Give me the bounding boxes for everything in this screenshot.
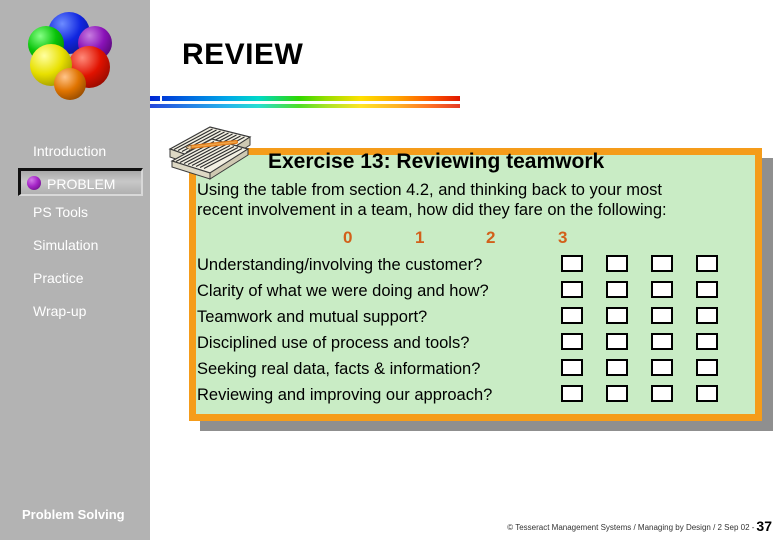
checkbox-row xyxy=(561,302,718,328)
rating-checkbox[interactable] xyxy=(651,384,673,402)
slide: Introduction PROBLEM PS Tools Simulation… xyxy=(0,0,780,540)
rating-checkbox[interactable] xyxy=(606,358,628,376)
rating-checkbox[interactable] xyxy=(651,254,673,272)
sidebar-item-label: PROBLEM xyxy=(47,176,116,192)
rating-checkbox[interactable] xyxy=(696,358,718,376)
checkbox-row xyxy=(561,250,718,276)
rainbow-divider-secondary xyxy=(150,104,460,108)
rating-checkbox[interactable] xyxy=(606,306,628,324)
sphere-orange xyxy=(54,68,86,100)
sidebar-item-problem[interactable]: PROBLEM xyxy=(18,168,143,196)
rating-checkbox[interactable] xyxy=(696,332,718,350)
instructions-line-2: recent involvement in a team, how did th… xyxy=(197,201,667,219)
checkbox-row xyxy=(561,276,718,302)
checkbox-row xyxy=(561,354,718,380)
rating-checkbox[interactable] xyxy=(696,254,718,272)
footer: © Tesseract Management Systems / Managin… xyxy=(507,518,772,534)
rating-checkbox[interactable] xyxy=(651,332,673,350)
scale-number-1: 1 xyxy=(415,228,425,247)
colored-spheres-logo xyxy=(20,8,130,103)
rating-checkbox[interactable] xyxy=(561,280,583,298)
rating-checkbox[interactable] xyxy=(651,280,673,298)
rating-checkbox[interactable] xyxy=(561,332,583,350)
question-row: Reviewing and improving our approach? xyxy=(197,386,493,404)
scale-number-3: 3 xyxy=(558,228,568,247)
page-title: REVIEW xyxy=(182,38,304,71)
footer-credit: © Tesseract Management Systems / Managin… xyxy=(507,523,755,532)
sidebar: Introduction PROBLEM PS Tools Simulation… xyxy=(0,0,150,540)
sidebar-item-ps-tools[interactable]: PS Tools xyxy=(0,196,150,229)
sidebar-item-practice[interactable]: Practice xyxy=(0,262,150,295)
scale-number-0: 0 xyxy=(343,228,353,247)
sidebar-item-label: PS Tools xyxy=(33,204,88,220)
rating-checkbox[interactable] xyxy=(696,280,718,298)
rating-checkbox[interactable] xyxy=(561,384,583,402)
sidebar-item-label: Simulation xyxy=(33,237,99,253)
rating-checkbox-grid xyxy=(561,250,718,406)
question-list: Understanding/involving the customer? Cl… xyxy=(197,252,557,408)
exercise-instructions: Using the table from section 4.2, and th… xyxy=(197,180,727,220)
checkbox-row xyxy=(561,328,718,354)
question-row: Seeking real data, facts & information? xyxy=(197,360,481,378)
sidebar-item-label: Practice xyxy=(33,270,84,286)
rating-checkbox[interactable] xyxy=(696,306,718,324)
sidebar-item-wrap-up[interactable]: Wrap-up xyxy=(0,295,150,328)
checkbox-row xyxy=(561,380,718,406)
question-row: Disciplined use of process and tools? xyxy=(197,334,470,352)
rating-checkbox[interactable] xyxy=(606,384,628,402)
notepad-pencil-icon xyxy=(168,126,252,180)
rainbow-divider xyxy=(150,96,460,101)
rating-scale-header: 0 1 2 3 xyxy=(197,228,742,250)
rating-checkbox[interactable] xyxy=(606,280,628,298)
sidebar-nav: Introduction PROBLEM PS Tools Simulation… xyxy=(0,135,150,328)
sidebar-item-label: Wrap-up xyxy=(33,303,87,319)
rainbow-tick-marker xyxy=(160,94,162,103)
scale-number-2: 2 xyxy=(486,228,496,247)
rating-checkbox[interactable] xyxy=(561,254,583,272)
sidebar-item-label: Introduction xyxy=(33,143,107,159)
rating-checkbox[interactable] xyxy=(606,254,628,272)
section-label: Problem Solving xyxy=(22,507,125,522)
sidebar-item-introduction[interactable]: Introduction xyxy=(0,135,150,168)
exercise-title: Exercise 13: Reviewing teamwork xyxy=(268,150,605,173)
rating-checkbox[interactable] xyxy=(606,332,628,350)
sidebar-item-simulation[interactable]: Simulation xyxy=(0,229,150,262)
question-row: Understanding/involving the customer? xyxy=(197,256,483,274)
question-row: Teamwork and mutual support? xyxy=(197,308,428,326)
rating-checkbox[interactable] xyxy=(561,358,583,376)
rating-checkbox[interactable] xyxy=(561,306,583,324)
rating-checkbox[interactable] xyxy=(696,384,718,402)
instructions-line-1: Using the table from section 4.2, and th… xyxy=(197,181,662,199)
page-number: 37 xyxy=(756,518,772,534)
rating-checkbox[interactable] xyxy=(651,358,673,376)
question-row: Clarity of what we were doing and how? xyxy=(197,282,489,300)
purple-sphere-bullet-icon xyxy=(27,175,41,190)
rating-checkbox[interactable] xyxy=(651,306,673,324)
